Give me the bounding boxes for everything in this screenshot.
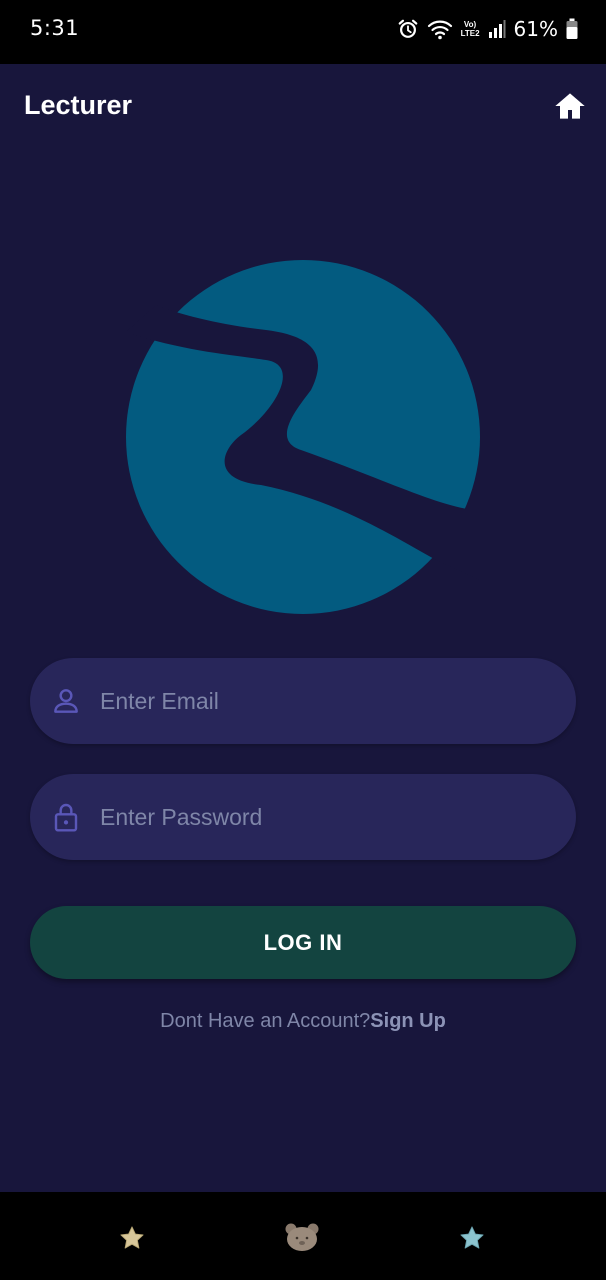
app-content: Lecturer LOG IN — [0, 64, 606, 1192]
status-time: 5:31 — [30, 16, 80, 40]
password-field[interactable] — [30, 774, 576, 860]
email-input[interactable] — [100, 658, 550, 744]
status-icons: Vo) LTE2 61% — [397, 14, 578, 44]
network-type-label: Vo) LTE2 — [460, 20, 480, 38]
page-title: Lecturer — [24, 90, 133, 120]
battery-percent: 61% — [513, 17, 558, 41]
bear-icon[interactable] — [284, 1222, 320, 1252]
system-nav-bar — [0, 1192, 606, 1280]
app-logo — [126, 260, 480, 614]
star-icon[interactable] — [118, 1224, 146, 1252]
signup-link[interactable]: Sign Up — [370, 1010, 446, 1032]
battery-icon — [566, 18, 578, 39]
wifi-icon — [427, 20, 452, 40]
home-icon[interactable] — [554, 90, 586, 122]
phone-screen: 5:31 Vo) LTE2 61% Lecturer Enter Email L… — [0, 0, 606, 1280]
person-icon — [54, 689, 78, 713]
password-input[interactable] — [100, 774, 550, 860]
email-field[interactable] — [30, 658, 576, 744]
alarm-icon — [398, 19, 417, 38]
star-icon[interactable] — [458, 1224, 486, 1252]
login-button[interactable]: LOG IN — [30, 906, 576, 979]
status-bar: 5:31 Vo) LTE2 61% — [0, 0, 606, 64]
signal-icon — [488, 20, 506, 38]
signup-prompt: Dont Have an Account? — [160, 1010, 371, 1032]
signup-row: Dont Have an Account?Sign Up — [0, 1010, 606, 1033]
lock-icon — [54, 803, 78, 832]
